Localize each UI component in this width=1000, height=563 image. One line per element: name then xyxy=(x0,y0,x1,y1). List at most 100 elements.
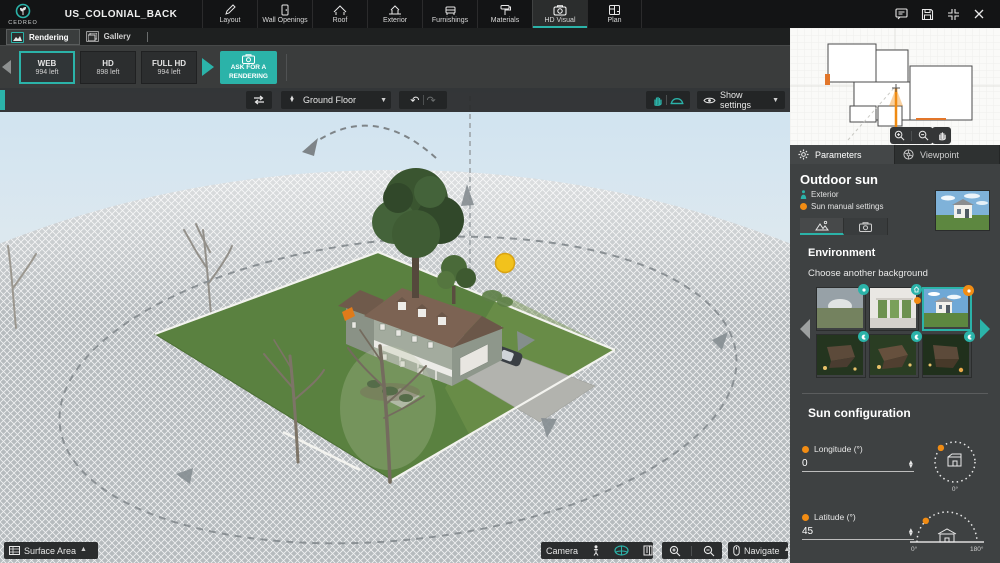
view-mode-group xyxy=(646,91,690,109)
floorplan-minimap[interactable] xyxy=(790,28,1000,145)
moon-badge-icon xyxy=(858,331,869,342)
eye-icon xyxy=(703,96,716,105)
sun-indicator xyxy=(496,254,515,273)
camera-mode-group: Camera xyxy=(541,542,653,559)
current-render-preview[interactable] xyxy=(935,190,990,231)
subtab-camera[interactable] xyxy=(844,218,888,235)
longitude-stepper[interactable]: ▲▼ xyxy=(908,461,914,469)
render-option-hd[interactable]: HD 898 left xyxy=(80,51,136,84)
viewport-toolbar: ▲▼ Ground Floor ▼ ↶ ↷ Show settings ▼ xyxy=(0,88,790,112)
panel-handle[interactable] xyxy=(0,90,5,110)
orange-dot-icon xyxy=(802,446,809,453)
background-option-white-interior[interactable] xyxy=(869,287,919,331)
menu-item-exterior[interactable]: Exterior xyxy=(367,0,422,28)
blueprint-icon xyxy=(608,4,621,16)
navigate-button[interactable]: Navigate ▲ xyxy=(728,542,788,559)
background-option-dusk-aerial-3[interactable] xyxy=(922,334,972,378)
menu-item-roof[interactable]: Roof xyxy=(312,0,367,28)
swap-arrows-icon xyxy=(246,95,272,105)
svg-text:180°: 180° xyxy=(970,545,984,553)
exit-fullscreen-icon[interactable] xyxy=(946,7,960,21)
orbit-dome-icon[interactable] xyxy=(614,545,629,556)
latitude-input[interactable]: 45 xyxy=(802,526,908,537)
scroll-left-chevron-icon[interactable] xyxy=(2,60,11,74)
tab-gallery[interactable]: Gallery xyxy=(82,28,141,45)
save-icon[interactable] xyxy=(920,7,934,21)
camera-icon xyxy=(242,54,255,64)
close-icon[interactable] xyxy=(972,7,986,21)
rotate-arc-arrow xyxy=(310,126,436,158)
longitude-input[interactable]: 0 xyxy=(802,458,908,469)
furniture-icon xyxy=(444,4,457,16)
tab-rendering[interactable]: Rendering xyxy=(6,29,80,45)
view-tab-bar: Rendering Gallery xyxy=(0,28,790,45)
camera-icon xyxy=(553,4,567,16)
table-icon xyxy=(9,546,20,555)
elevation-view-icon[interactable] xyxy=(643,545,653,556)
menu-item-plan[interactable]: Plan xyxy=(587,0,642,28)
longitude-dial[interactable]: 0° xyxy=(922,436,988,494)
tab-viewpoint[interactable]: Viewpoint xyxy=(895,145,1000,164)
tab-parameters[interactable]: Parameters xyxy=(790,145,895,164)
app-logo[interactable]: CEDREO xyxy=(0,0,46,28)
background-option-dusk-aerial-2[interactable] xyxy=(869,334,919,378)
person-icon xyxy=(800,190,807,199)
panel-tab-bar: Parameters Viewpoint xyxy=(790,145,1000,164)
choose-background-label: Choose another background xyxy=(808,268,990,279)
pan-hand-icon[interactable] xyxy=(652,95,663,106)
sun-position-dot xyxy=(938,445,944,451)
moon-badge-icon xyxy=(964,331,975,342)
section-divider xyxy=(802,393,988,394)
camera-mode-label[interactable]: Camera xyxy=(546,546,578,556)
menu-item-furnishings[interactable]: Furnishings xyxy=(422,0,477,28)
background-option-overcast-field[interactable] xyxy=(816,287,866,331)
redo-icon[interactable]: ↷ xyxy=(427,94,436,107)
undo-redo-group: ↶ ↷ xyxy=(399,91,447,109)
menu-item-materials[interactable]: Materials xyxy=(477,0,532,28)
mouse-icon xyxy=(733,545,740,556)
background-option-dusk-aerial-1[interactable] xyxy=(816,334,866,378)
aperture-icon xyxy=(903,149,914,160)
menu-item-layout[interactable]: Layout xyxy=(202,0,257,28)
menu-item-wall-openings[interactable]: Wall Openings xyxy=(257,0,312,28)
dome-view-icon[interactable] xyxy=(670,95,684,105)
document-title: US_COLONIAL_BACK xyxy=(46,0,196,28)
refresh-view-button[interactable] xyxy=(246,91,272,109)
undo-icon[interactable]: ↶ xyxy=(410,94,419,107)
zoom-in-icon[interactable] xyxy=(894,130,905,141)
house-badge-icon xyxy=(911,284,922,295)
zoom-in-icon[interactable] xyxy=(669,545,681,557)
walkthrough-person-icon[interactable] xyxy=(592,545,600,556)
latitude-field-row: Latitude (°) 45 ▲▼ 0° xyxy=(802,512,990,556)
latitude-dial[interactable]: 0° 180° xyxy=(904,508,990,554)
house-front-icon xyxy=(938,529,956,542)
3d-scene xyxy=(0,88,790,563)
zoom-out-icon[interactable] xyxy=(703,545,715,557)
background-thumbnails xyxy=(816,287,978,378)
surface-area-button[interactable]: Surface Area ▲ xyxy=(4,542,98,559)
paint-roller-icon xyxy=(499,4,511,16)
zoom-out-icon[interactable] xyxy=(918,130,929,141)
camera-icon xyxy=(859,222,872,232)
render-options-bar: WEB 994 left HD 898 left FULL HD 994 lef… xyxy=(0,45,790,88)
tab-divider xyxy=(147,32,148,42)
zoom-group xyxy=(662,542,722,559)
ask-for-rendering-button[interactable]: ASK FOR A RENDERING xyxy=(220,51,277,84)
3d-viewport[interactable]: ▲▼ Ground Floor ▼ ↶ ↷ Show settings ▼ xyxy=(0,88,790,563)
show-settings-button[interactable]: Show settings ▼ xyxy=(697,91,785,109)
render-option-web[interactable]: WEB 994 left xyxy=(19,51,75,84)
feedback-icon[interactable] xyxy=(894,7,908,21)
floor-stepper-icon[interactable]: ▲▼ xyxy=(285,97,299,104)
menu-item-hd-visual[interactable]: HD Visual xyxy=(532,0,587,28)
floor-selector[interactable]: ▲▼ Ground Floor ▼ xyxy=(281,91,391,109)
door-icon xyxy=(279,4,291,16)
carousel-right-arrow[interactable] xyxy=(980,319,990,339)
minimap-pan-button[interactable] xyxy=(932,127,951,144)
pan-hand-icon xyxy=(937,130,947,141)
parameters-panel: Parameters Viewpoint Outdoor sun Exterio… xyxy=(790,145,1000,563)
background-option-day-sky[interactable] xyxy=(922,287,972,331)
carousel-left-arrow[interactable] xyxy=(800,319,810,339)
subtab-environment[interactable] xyxy=(800,218,844,235)
render-option-full-hd[interactable]: FULL HD 994 left xyxy=(141,51,197,84)
svg-text:0°: 0° xyxy=(911,545,918,553)
